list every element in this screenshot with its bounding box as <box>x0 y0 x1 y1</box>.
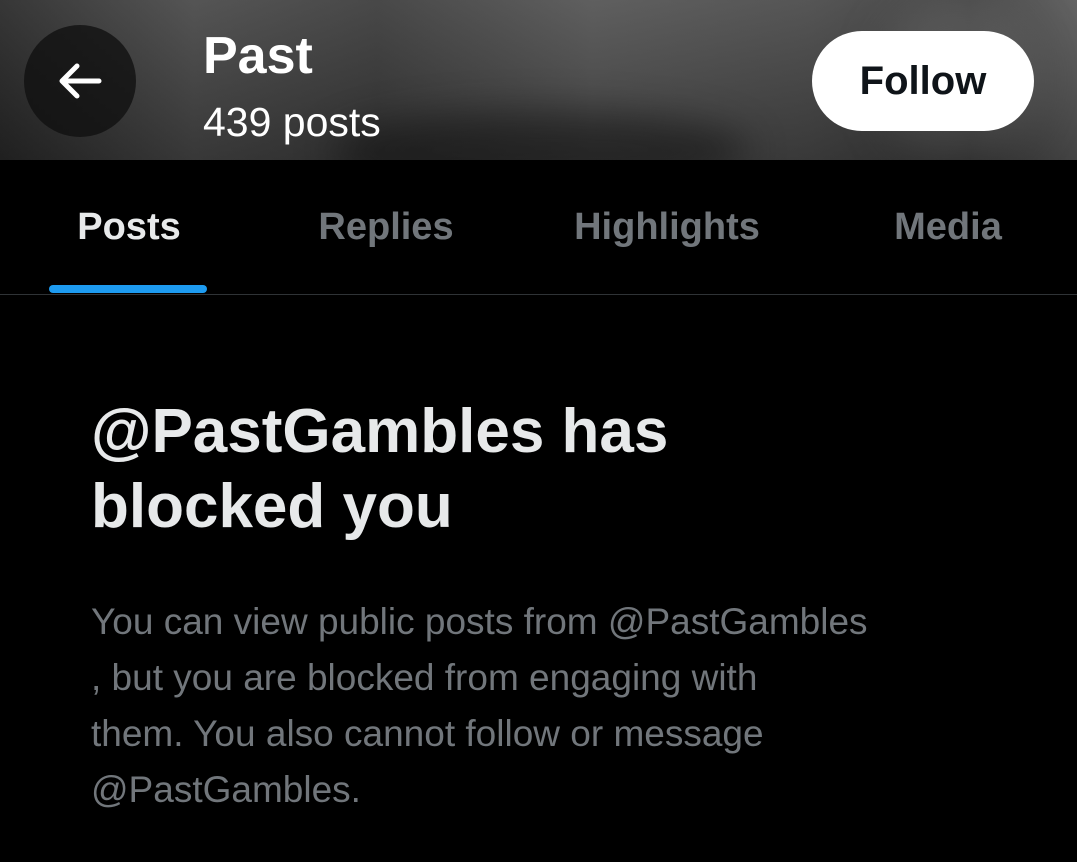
active-tab-indicator <box>49 285 207 293</box>
blocked-heading: @PastGambles has blocked you <box>91 394 1051 544</box>
blocked-description-line: You can view public posts from @PastGamb… <box>91 601 868 642</box>
back-button[interactable] <box>24 25 136 137</box>
tab-posts[interactable]: Posts <box>30 160 228 294</box>
blocked-description-line: , but you are blocked from engaging with <box>91 657 758 698</box>
blocked-heading-line: blocked you <box>91 472 453 541</box>
tab-replies[interactable]: Replies <box>286 160 486 294</box>
post-count: 439 posts <box>203 99 381 145</box>
blocked-description: You can view public posts from @PastGamb… <box>91 594 1021 818</box>
blocked-heading-line: @PastGambles has <box>91 397 669 466</box>
profile-header-banner: Past 439 posts Follow <box>0 0 1077 160</box>
tab-media[interactable]: Media <box>858 160 1038 294</box>
blocked-description-line: @PastGambles. <box>91 769 361 810</box>
profile-name: Past <box>203 27 313 85</box>
profile-tabs: Posts Replies Highlights Media <box>0 160 1077 295</box>
arrow-left-icon <box>59 63 102 99</box>
tab-highlights[interactable]: Highlights <box>545 160 789 294</box>
blocked-description-line: them. You also cannot follow or message <box>91 713 764 754</box>
follow-button[interactable]: Follow <box>812 31 1034 131</box>
